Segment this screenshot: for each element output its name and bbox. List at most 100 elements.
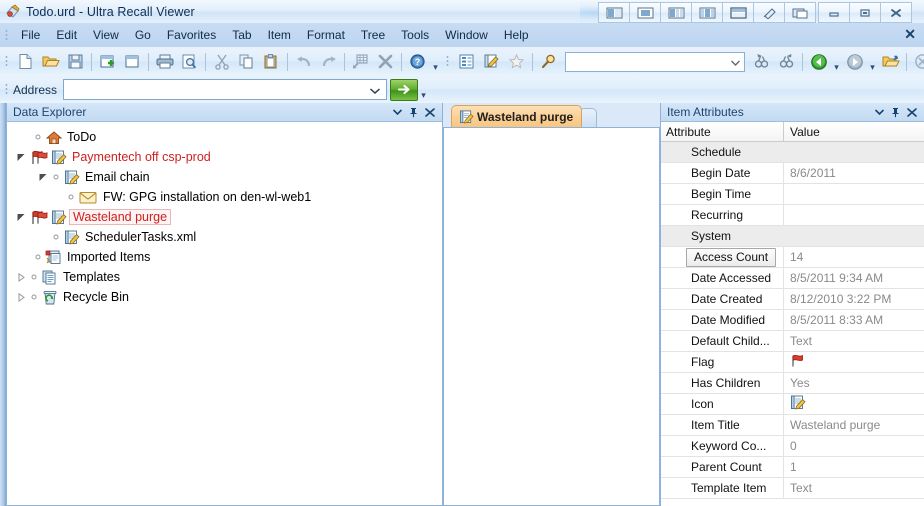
attribute-row-date-modified[interactable]: Date Modified 8/5/2011 8:33 AM [661,310,924,331]
undo-icon[interactable] [291,50,316,74]
attribute-row-default-child[interactable]: Default Child... Text [661,331,924,352]
attribute-value[interactable] [784,205,924,225]
print-preview-icon[interactable] [177,50,202,74]
tree-node-todo[interactable]: ToDo [7,127,442,147]
close-document-icon[interactable]: ✕ [904,27,916,41]
toolbar-grip-2[interactable] [446,55,449,68]
tree-node-wasteland-purge[interactable]: Wasteland purge [7,207,442,227]
attribute-value[interactable]: 8/5/2011 8:33 AM [784,310,924,330]
layout-split-left-button[interactable] [598,2,629,23]
pin-icon[interactable] [891,107,900,118]
find-next-icon[interactable] [774,50,799,74]
tree-node-fw-gpg-installation[interactable]: FW: GPG installation on den-wl-web1 [7,187,442,207]
cut-icon[interactable] [209,50,234,74]
layout-pin-button[interactable] [753,2,784,23]
expander-expanded-icon[interactable] [37,167,49,187]
pin-icon[interactable] [409,107,418,118]
attribute-value[interactable]: 8/6/2011 [784,163,924,183]
close-icon[interactable] [907,107,917,117]
expander-collapsed-icon[interactable] [15,287,27,307]
menu-go[interactable]: Go [127,25,159,45]
menu-favorites[interactable]: Favorites [159,25,224,45]
attribute-row-access-count[interactable]: Access Count 14 [661,247,924,268]
attribute-value[interactable]: Wasteland purge [784,415,924,435]
new-document-icon[interactable] [13,50,38,74]
attribute-value[interactable]: 14 [784,247,924,267]
address-input[interactable] [63,79,388,100]
attributes-grid[interactable]: Attribute Value Schedule Begin Date 8/6/… [661,122,924,506]
toolbar-overflow-button[interactable]: ▾ [430,49,441,75]
attribute-row-date-accessed[interactable]: Date Accessed 8/5/2011 9:34 AM [661,268,924,289]
menu-tree[interactable]: Tree [353,25,393,45]
search-input[interactable] [565,51,745,72]
save-icon[interactable] [63,50,88,74]
attribute-row-has-children[interactable]: Has Children Yes [661,373,924,394]
column-header-value[interactable]: Value [784,122,924,141]
open-folder-icon[interactable] [38,50,63,74]
document-tab-wasteland-purge[interactable]: Wasteland purge [451,105,583,127]
chevron-down-icon[interactable] [370,83,381,97]
print-icon[interactable] [152,50,177,74]
minimize-button[interactable] [818,2,849,23]
attribute-group-system[interactable]: System [661,226,924,247]
delete-icon[interactable] [373,50,398,74]
document-content[interactable] [443,127,660,506]
layout-center-button[interactable] [629,2,660,23]
chevron-down-icon[interactable] [731,55,740,69]
data-explorer-tree[interactable]: ToDo Paymentech off csp-prod Email chain… [6,122,442,505]
attribute-value[interactable]: Text [784,331,924,351]
attribute-row-item-title[interactable]: Item Title Wasteland purge [661,415,924,436]
help-icon[interactable]: ? [405,50,430,74]
menu-tab[interactable]: Tab [224,25,259,45]
attribute-row-date-created[interactable]: Date Created 8/12/2010 3:22 PM [661,289,924,310]
menu-edit[interactable]: Edit [48,25,85,45]
forward-dropdown-icon[interactable]: ▾ [867,49,878,75]
new-item-icon[interactable] [95,50,120,74]
attribute-value[interactable] [784,184,924,204]
attribute-row-recurring[interactable]: Recurring [661,205,924,226]
tree-node-email-chain[interactable]: Email chain [7,167,442,187]
toolbar-grip-1[interactable] [5,55,8,68]
menu-window[interactable]: Window [437,25,496,45]
attribute-row-template-item[interactable]: Template Item Text [661,478,924,499]
close-icon[interactable] [425,107,435,117]
forward-icon[interactable] [842,50,867,74]
attribute-value[interactable]: 8/5/2011 9:34 AM [784,268,924,288]
insert-item-icon[interactable] [348,50,373,74]
layout-split-right-button[interactable] [660,2,691,23]
close-button[interactable] [880,2,912,23]
edit-note-icon[interactable] [479,50,504,74]
chevron-down-icon[interactable] [875,109,884,115]
attribute-group-schedule[interactable]: Schedule [661,142,924,163]
attribute-value[interactable]: 0 [784,436,924,456]
address-grip[interactable] [5,83,8,96]
outline-view-icon[interactable] [454,50,479,74]
menu-tools[interactable]: Tools [393,25,437,45]
layout-float-button[interactable] [784,2,816,23]
expander-expanded-icon[interactable] [15,147,27,167]
attribute-row-begin-time[interactable]: Begin Time [661,184,924,205]
stop-icon[interactable] [910,50,924,74]
attribute-value[interactable]: 8/12/2010 3:22 PM [784,289,924,309]
redo-icon[interactable] [316,50,341,74]
tree-node-imported-items[interactable]: Imported Items [7,247,442,267]
back-dropdown-icon[interactable]: ▾ [831,49,842,75]
attribute-row-icon[interactable]: Icon [661,394,924,415]
tree-node-recycle-bin[interactable]: Recycle Bin [7,287,442,307]
go-arrow-icon[interactable] [390,78,419,101]
attribute-value[interactable]: Text [784,478,924,498]
menu-file[interactable]: File [13,25,48,45]
chevron-down-icon[interactable] [393,109,402,115]
attribute-row-begin-date[interactable]: Begin Date 8/6/2011 [661,163,924,184]
menu-item[interactable]: Item [260,25,299,45]
attribute-value[interactable]: Yes [784,373,924,393]
menu-format[interactable]: Format [299,25,353,45]
column-header-attribute[interactable]: Attribute [661,122,784,141]
tree-node-schedulertasks-xml[interactable]: SchedulerTasks.xml [7,227,442,247]
address-overflow-button[interactable]: ▾ [418,77,429,103]
go-up-folder-icon[interactable] [878,50,903,74]
expander-collapsed-icon[interactable] [15,267,27,287]
tree-node-paymentech-off-csp-prod[interactable]: Paymentech off csp-prod [7,147,442,167]
back-icon[interactable] [806,50,831,74]
attribute-row-parent-count[interactable]: Parent Count 1 [661,457,924,478]
